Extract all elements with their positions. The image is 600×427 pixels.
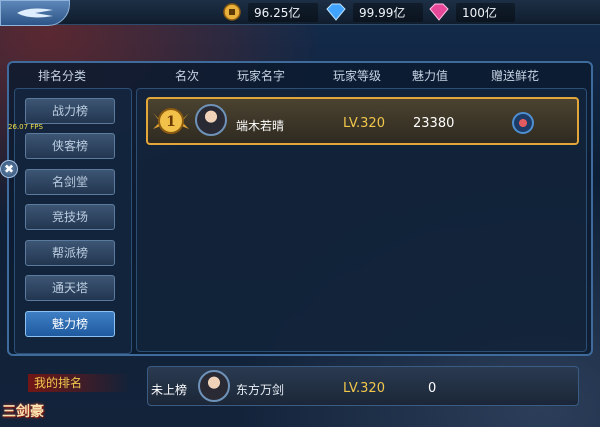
rank-number: 1 [166,114,176,130]
header-player-name: 玩家名字 [237,69,286,83]
player-level: LV.320 [343,116,385,131]
sidebar-item-charm[interactable]: 魅力榜 [25,311,115,337]
fps-counter: 26.07 FPS [8,123,43,131]
header-player-level: 玩家等级 [333,69,382,83]
table-header: 排名分类 名次 玩家名字 玩家等级 魅力值 赠送鲜花 [10,62,590,86]
gold-coin-icon [223,3,241,21]
my-player-name: 东方万剑 [236,383,285,397]
my-rank-status: 未上榜 [151,383,188,397]
my-avatar[interactable] [198,370,230,402]
sidebar-item-power[interactable]: 战力榜 [25,98,115,124]
player-charm: 23380 [413,116,455,131]
gold-amount: 96.25亿 [248,2,319,22]
back-arrow-icon [17,8,53,18]
gem-amount: 100亿 [456,2,515,22]
sidebar-item-guild[interactable]: 帮派榜 [25,240,115,266]
blue-diamond-icon [326,3,346,21]
sidebar-item-arena[interactable]: 竞技场 [25,204,115,230]
flower-gift-icon[interactable] [512,112,534,134]
my-player-charm: 0 [428,381,437,396]
my-player-level: LV.320 [343,381,385,396]
pink-gem-icon [429,3,449,21]
back-button[interactable] [0,0,70,26]
sidebar-item-tower[interactable]: 通天塔 [25,275,115,301]
header-rank: 名次 [175,69,200,83]
header-category: 排名分类 [38,69,87,83]
sidebar-item-sword-hall[interactable]: 名剑堂 [25,169,115,195]
header-charm: 魅力值 [412,69,449,83]
player-name: 端木若晴 [236,119,285,133]
my-rank-label: 我的排名 [28,374,130,392]
diamond-currency: 99.99亿 [325,2,424,22]
gem-currency: 100亿 [428,2,515,22]
gold-currency: 96.25亿 [222,2,319,22]
rank-medal-icon: 1 [153,108,189,134]
game-logo: 三剑豪 [2,404,44,420]
player-avatar[interactable] [195,104,227,136]
sidebar-item-hero[interactable]: 侠客榜 [25,133,115,159]
close-icon[interactable]: ✖ [0,160,18,178]
diamond-amount: 99.99亿 [353,2,424,22]
header-gift: 赠送鲜花 [491,69,540,83]
